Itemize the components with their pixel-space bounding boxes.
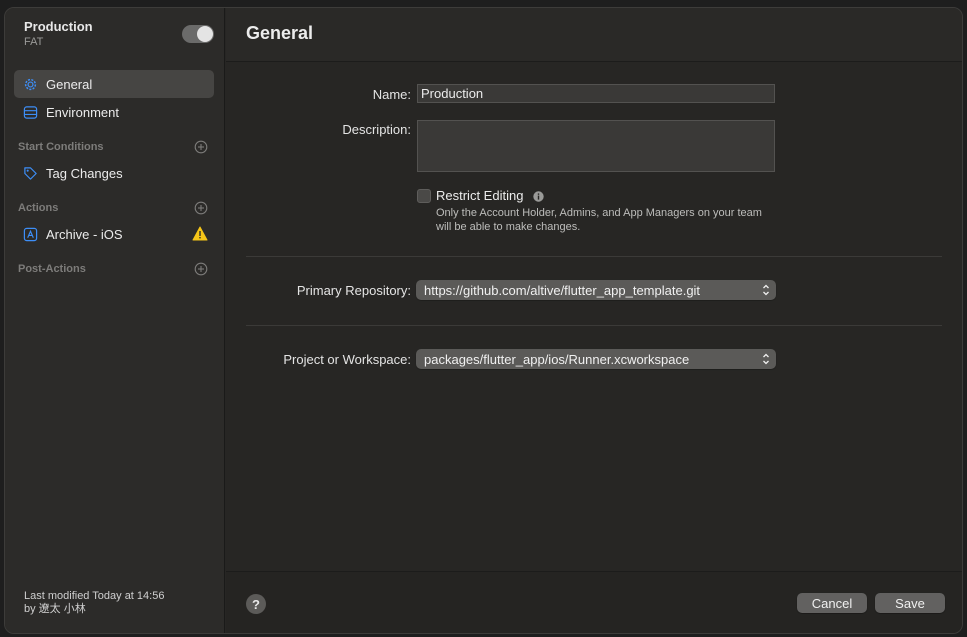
tag-icon	[22, 165, 38, 181]
page-title: General	[246, 23, 314, 43]
actions-header: Actions	[18, 202, 59, 214]
start-conditions-header: Start Conditions	[18, 141, 104, 153]
sidebar: Production FAT General Environment Start…	[5, 8, 225, 633]
primary-repository-label: Primary Repository:	[296, 283, 411, 298]
last-modified-author: by 遼太 小林	[24, 603, 86, 615]
gear-icon	[22, 76, 38, 92]
sidebar-item-environment[interactable]: Environment	[14, 98, 214, 126]
warning-icon	[192, 226, 208, 242]
restrict-editing-label: Restrict Editing	[436, 188, 524, 203]
workspace-value: packages/flutter_app/ios/Runner.xcworksp…	[424, 351, 690, 367]
last-modified-date: Last modified Today at 14:56	[24, 590, 165, 602]
workspace-select[interactable]: packages/flutter_app/ios/Runner.xcworksp…	[416, 349, 776, 369]
sidebar-item-label: General	[46, 76, 93, 92]
primary-repository-value: https://github.com/altive/flutter_app_te…	[424, 282, 701, 298]
archive-icon	[22, 226, 38, 242]
add-post-action-icon[interactable]	[194, 262, 208, 276]
workflow-name: Production	[24, 19, 93, 34]
chevron-up-down-icon	[762, 352, 770, 366]
post-actions-header: Post-Actions	[18, 263, 86, 275]
workflow-editor-window: Production FAT General Environment Start…	[4, 7, 963, 634]
sidebar-item-label: Tag Changes	[46, 165, 123, 181]
primary-repository-select[interactable]: https://github.com/altive/flutter_app_te…	[416, 280, 776, 300]
workflow-subtitle: FAT	[24, 36, 44, 48]
restrict-editing-checkbox[interactable]	[417, 189, 431, 203]
restrict-editing-help: Only the Account Holder, Admins, and App…	[436, 207, 762, 233]
add-start-condition-icon[interactable]	[194, 140, 208, 154]
description-field[interactable]	[417, 120, 775, 172]
help-button[interactable]: ?	[246, 594, 266, 614]
sidebar-item-label: Environment	[46, 104, 119, 120]
workflow-enabled-toggle[interactable]	[182, 25, 214, 43]
toggle-knob	[197, 26, 213, 42]
description-label: Description:	[342, 122, 411, 137]
main-panel: General Name: Description: Restrict Edit…	[226, 8, 962, 633]
environment-icon	[22, 104, 38, 120]
name-field[interactable]	[417, 84, 775, 103]
sidebar-item-archive-ios[interactable]: Archive - iOS	[14, 220, 214, 248]
last-modified-info: Last modified Today at 14:56 by 遼太 小林	[24, 590, 164, 616]
sidebar-item-tag-changes[interactable]: Tag Changes	[14, 159, 214, 187]
footer-bar: ? Cancel Save	[226, 571, 962, 633]
save-button[interactable]: Save	[875, 593, 945, 613]
main-header: General	[226, 8, 962, 62]
divider	[246, 325, 942, 326]
workspace-label: Project or Workspace:	[283, 352, 411, 367]
cancel-button[interactable]: Cancel	[797, 593, 867, 613]
divider	[246, 256, 942, 257]
name-label: Name:	[372, 87, 411, 102]
chevron-up-down-icon	[762, 283, 770, 297]
sidebar-item-label: Archive - iOS	[46, 226, 123, 242]
info-icon[interactable]	[533, 190, 544, 202]
sidebar-item-general[interactable]: General	[14, 70, 214, 98]
add-action-icon[interactable]	[194, 201, 208, 215]
